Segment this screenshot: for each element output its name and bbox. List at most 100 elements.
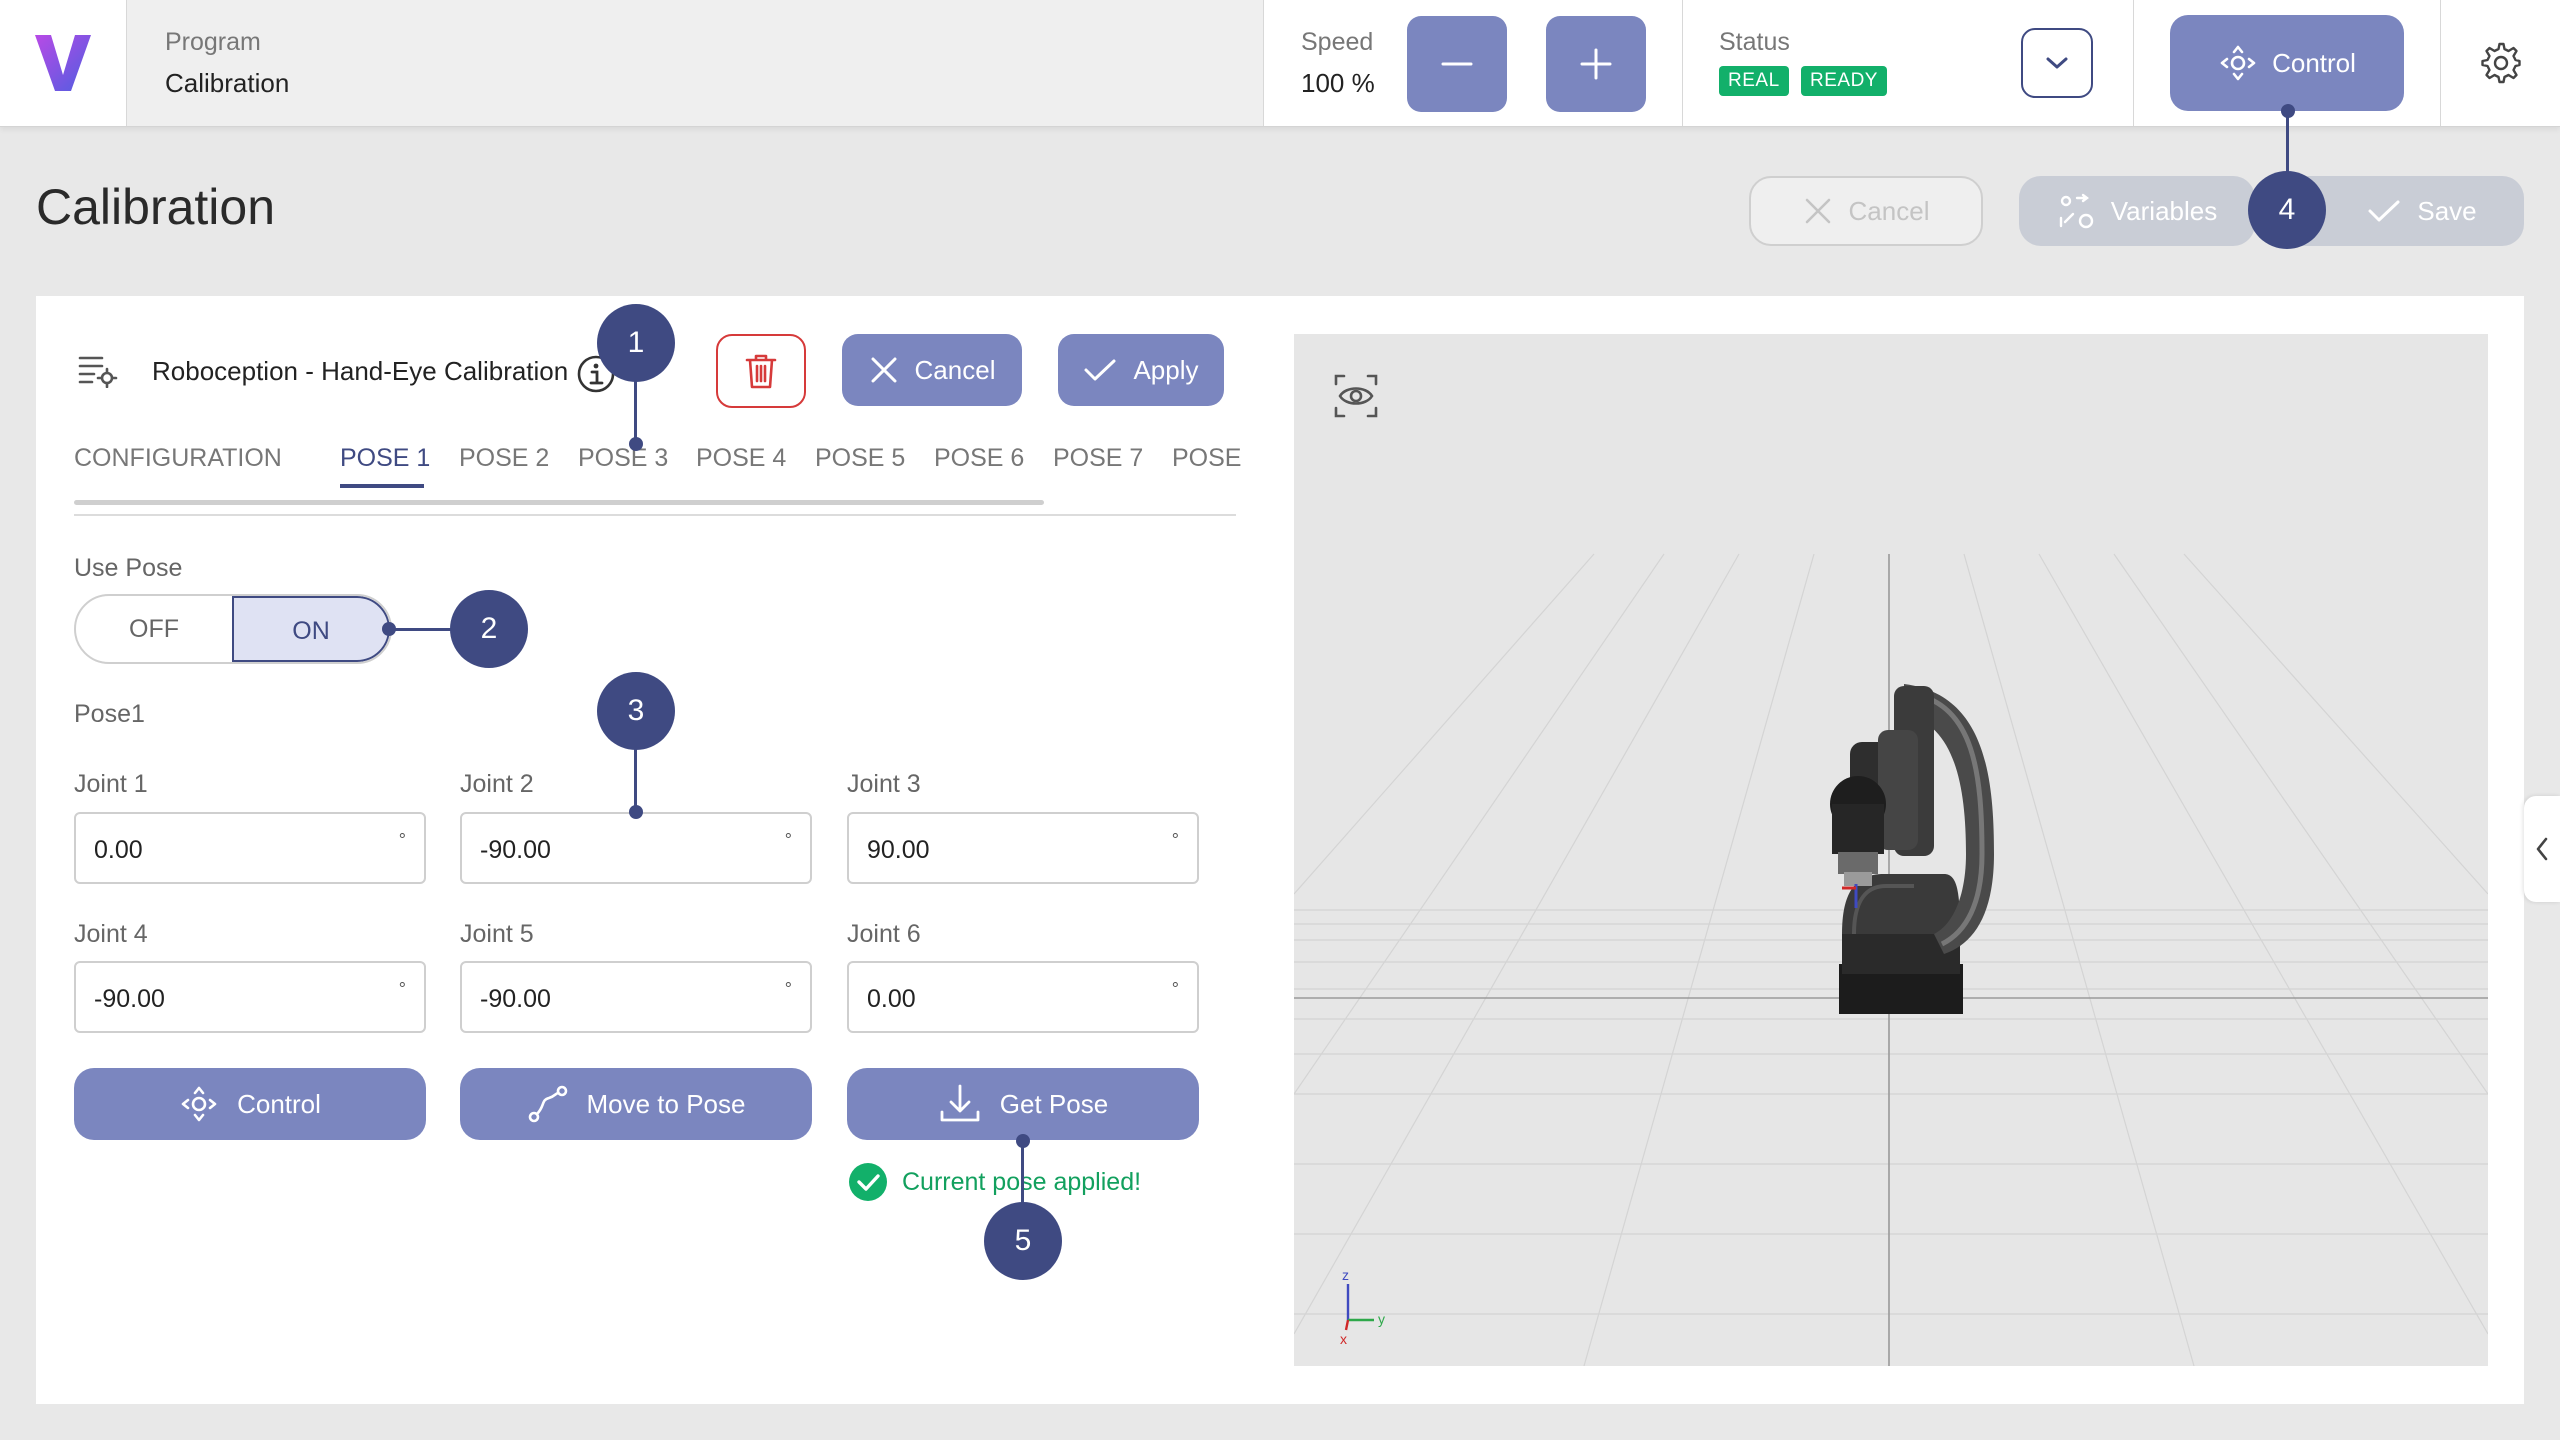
app-logo xyxy=(0,0,127,126)
status-panel: Status REAL READY xyxy=(1683,0,2134,126)
callout-4-line xyxy=(2286,112,2289,172)
status-badge-real: REAL xyxy=(1719,66,1789,96)
variables-button[interactable]: Variables xyxy=(2019,176,2255,246)
path-icon xyxy=(528,1085,567,1123)
joint-6-input[interactable]: 0.00 ° xyxy=(847,961,1199,1033)
variables-icon xyxy=(2059,193,2093,229)
joint-6-unit: ° xyxy=(1171,979,1179,999)
collapse-panel-button[interactable] xyxy=(2524,796,2560,902)
toggle-on-option[interactable]: ON xyxy=(232,596,390,662)
joint-4-value: -90.00 xyxy=(94,985,165,1013)
pose-control-button[interactable]: Control xyxy=(74,1068,426,1140)
callout-5-dot xyxy=(1016,1134,1030,1148)
tabs-scrollbar[interactable] xyxy=(74,500,1044,505)
callout-2-dot xyxy=(382,622,396,636)
use-pose-label: Use Pose xyxy=(74,554,183,582)
tab-pose-4[interactable]: POSE 4 xyxy=(696,444,786,473)
joint-6-label: Joint 6 xyxy=(847,920,921,948)
callout-3-dot xyxy=(629,805,643,819)
speed-increase-button[interactable] xyxy=(1546,16,1646,112)
robot-3d-viewer[interactable]: z y x xyxy=(1294,334,2488,1366)
move-arrows-icon xyxy=(2220,45,2256,81)
calibration-card: Roboception - Hand-Eye Calibration Cance… xyxy=(36,296,2524,1404)
joint-3-input[interactable]: 90.00 ° xyxy=(847,812,1199,884)
tab-pose-5[interactable]: POSE 5 xyxy=(815,444,905,473)
status-dropdown-button[interactable] xyxy=(2021,28,2093,98)
tab-pose-1[interactable]: POSE 1 xyxy=(340,444,430,473)
page-title: Calibration xyxy=(36,179,276,235)
close-icon xyxy=(1805,198,1830,224)
get-pose-label: Get Pose xyxy=(999,1088,1109,1119)
panel-cancel-button[interactable]: Cancel xyxy=(842,334,1022,406)
move-to-pose-button[interactable]: Move to Pose xyxy=(460,1068,812,1140)
tab-pose-6[interactable]: POSE 6 xyxy=(934,444,1024,473)
joint-1-value: 0.00 xyxy=(94,836,143,864)
joint-2-input[interactable]: -90.00 ° xyxy=(460,812,812,884)
robot-model xyxy=(1830,684,1994,1014)
tab-pose-2[interactable]: POSE 2 xyxy=(459,444,549,473)
program-name: Calibration xyxy=(165,68,290,98)
program-selector[interactable]: Program Calibration xyxy=(127,0,1264,126)
joint-1-label: Joint 1 xyxy=(74,770,148,798)
joint-1-unit: ° xyxy=(398,830,406,850)
chevron-down-icon xyxy=(2046,57,2068,69)
tab-pose-3[interactable]: POSE 3 xyxy=(578,444,668,473)
callout-3: 3 xyxy=(597,672,675,750)
top-control-label: Control xyxy=(2272,47,2356,78)
header-save-label: Save xyxy=(2417,195,2477,226)
joint-2-label: Joint 2 xyxy=(460,770,534,798)
callout-4: 4 xyxy=(2248,171,2326,249)
tab-pose-8[interactable]: POSE xyxy=(1172,444,1241,473)
joint-4-unit: ° xyxy=(398,979,406,999)
joint-1-input[interactable]: 0.00 ° xyxy=(74,812,426,884)
callout-2: 2 xyxy=(450,590,528,668)
view-reset-icon[interactable] xyxy=(1332,372,1380,420)
joint-4-input[interactable]: -90.00 ° xyxy=(74,961,426,1033)
speed-label: Speed xyxy=(1301,28,1374,56)
variables-label: Variables xyxy=(2110,195,2218,226)
plus-icon xyxy=(1580,48,1612,80)
move-arrows-icon xyxy=(181,1086,217,1122)
joint-3-label: Joint 3 xyxy=(847,770,921,798)
joint-3-value: 90.00 xyxy=(867,836,930,864)
header-cancel-button[interactable]: Cancel xyxy=(1749,176,1983,246)
checkmark-icon xyxy=(1084,359,1116,381)
joint-2-unit: ° xyxy=(784,830,792,850)
gear-icon xyxy=(2480,42,2521,84)
checkmark-icon xyxy=(2368,200,2400,222)
status-label: Status xyxy=(1719,28,1790,56)
header-cancel-label: Cancel xyxy=(1848,195,1930,226)
axis-x-label: x xyxy=(1340,1331,1347,1347)
viewer-scene: z y x xyxy=(1294,553,2488,1366)
speed-value: 100 % xyxy=(1301,68,1375,98)
trash-icon xyxy=(745,354,777,389)
panel-title: Roboception - Hand-Eye Calibration xyxy=(152,356,569,386)
top-bar: Program Calibration Speed 100 % Status R… xyxy=(0,0,2560,127)
check-circle-icon xyxy=(849,1163,887,1201)
active-tab-indicator xyxy=(340,484,424,488)
delete-button[interactable] xyxy=(716,334,806,408)
tab-configuration[interactable]: CONFIGURATION xyxy=(74,444,282,473)
pose-control-label: Control xyxy=(237,1088,321,1119)
success-message: Current pose applied! xyxy=(848,1162,1141,1202)
tab-pose-7[interactable]: POSE 7 xyxy=(1053,444,1143,473)
joint-5-input[interactable]: -90.00 ° xyxy=(460,961,812,1033)
toggle-off-option[interactable]: OFF xyxy=(76,596,232,662)
joint-6-value: 0.00 xyxy=(867,985,916,1013)
program-label: Program xyxy=(165,28,261,56)
close-icon xyxy=(871,357,897,383)
joint-3-unit: ° xyxy=(1171,830,1179,850)
joint-5-value: -90.00 xyxy=(480,985,551,1013)
callout-5: 5 xyxy=(984,1202,1062,1280)
status-badge-ready: READY xyxy=(1801,66,1887,96)
use-pose-toggle: OFF ON xyxy=(74,594,392,664)
get-pose-button[interactable]: Get Pose xyxy=(847,1068,1199,1140)
speed-decrease-button[interactable] xyxy=(1407,16,1507,112)
settings-button[interactable] xyxy=(2441,0,2560,126)
top-control-button[interactable]: Control xyxy=(2170,15,2404,111)
joint-4-label: Joint 4 xyxy=(74,920,148,948)
apply-button[interactable]: Apply xyxy=(1058,334,1224,406)
joint-5-unit: ° xyxy=(784,979,792,999)
callout-1: 1 xyxy=(597,304,675,382)
panel-cancel-label: Cancel xyxy=(914,354,996,385)
